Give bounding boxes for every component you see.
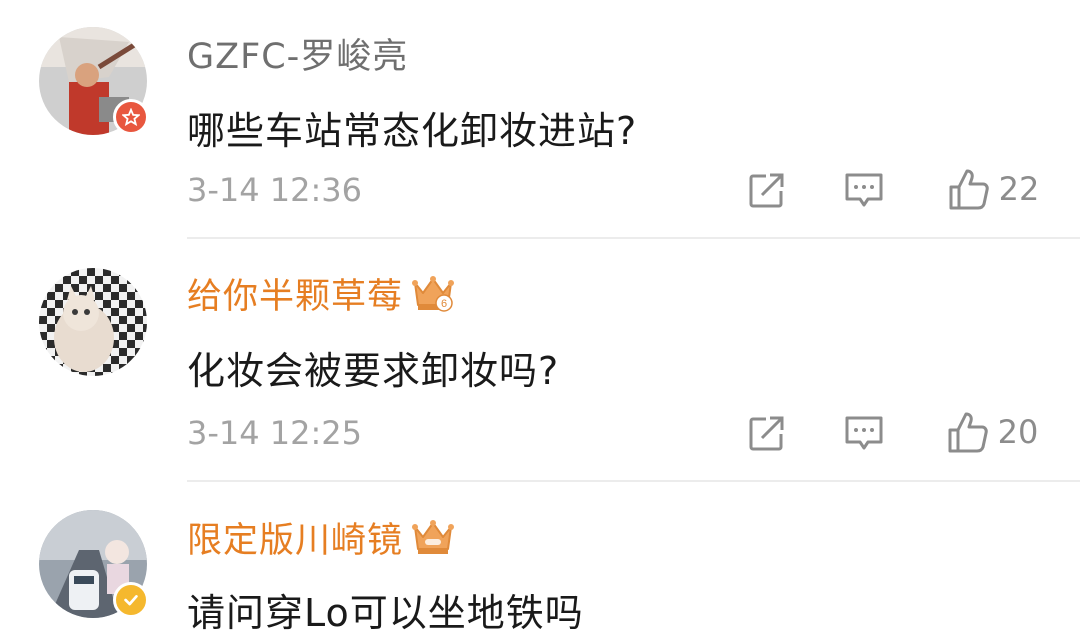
divider (187, 480, 1080, 482)
like-count: 20 (997, 413, 1039, 451)
thumbs-up-icon (949, 169, 989, 210)
username[interactable]: GZFC-罗峻亮 (187, 28, 408, 79)
star-icon (122, 108, 140, 126)
like-count: 22 (998, 170, 1040, 208)
comment-list: GZFC-罗峻亮 哪些车站常态化卸妆进站? 3-14 12:36 22 给你半颗… (0, 0, 1080, 644)
avatar-wrapper[interactable] (39, 27, 149, 135)
svg-text:6: 6 (441, 298, 447, 310)
comment-icon (845, 173, 883, 207)
like-button[interactable]: 20 (936, 409, 1048, 455)
share-button[interactable] (745, 413, 789, 453)
share-button[interactable] (745, 170, 789, 210)
username[interactable]: 限定版川崎镜 (187, 512, 403, 563)
reply-button[interactable] (842, 170, 886, 210)
avatar-wrapper[interactable] (39, 510, 149, 618)
divider (187, 237, 1080, 239)
verified-badge (113, 582, 149, 618)
comment-text: 化妆会被要求卸妆吗? (187, 349, 560, 393)
avatar[interactable] (39, 268, 147, 376)
member-crown-icon: 6 (411, 273, 455, 313)
share-icon (749, 173, 786, 208)
reply-button[interactable] (842, 413, 886, 453)
share-icon (749, 416, 786, 451)
member-crown-icon (411, 517, 455, 557)
comment-icon (845, 416, 883, 450)
comment-time: 3-14 12:25 (187, 414, 363, 452)
username-row: GZFC-罗峻亮 (187, 28, 408, 78)
comment-time: 3-14 12:36 (187, 171, 363, 209)
comment-text: 请问穿Lo可以坐地铁吗 (187, 591, 584, 635)
like-button[interactable]: 22 (938, 166, 1048, 212)
username-row: 给你半颗草莓 6 (187, 268, 455, 318)
thumbs-up-icon (948, 412, 988, 453)
check-icon (124, 595, 138, 606)
username[interactable]: 给你半颗草莓 (187, 268, 403, 319)
avatar-wrapper[interactable] (39, 268, 147, 376)
verified-badge (113, 99, 149, 135)
comment-text: 哪些车站常态化卸妆进站? (187, 109, 638, 153)
username-row: 限定版川崎镜 (187, 512, 455, 562)
